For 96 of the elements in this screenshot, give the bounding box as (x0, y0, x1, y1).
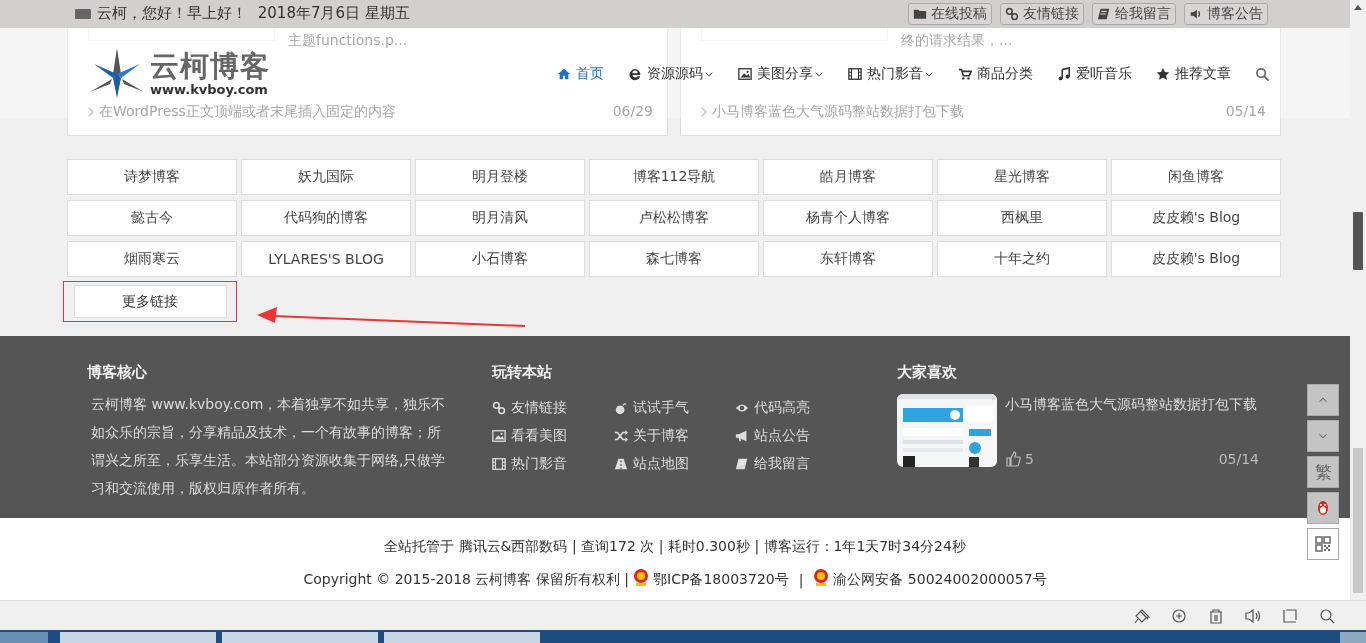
thumbs-up-icon (1005, 451, 1021, 468)
book-icon (735, 457, 749, 472)
road-icon (614, 457, 628, 472)
site-link[interactable]: 站点公告 (735, 426, 855, 447)
friend-link[interactable]: LYLARES'S BLOG (241, 241, 411, 278)
avatar-icon (75, 8, 91, 19)
column-heading: 玩转本站 (492, 363, 553, 383)
nav-item[interactable]: 推荐文章 (1156, 65, 1231, 83)
music-note-icon (1057, 67, 1071, 81)
bullhorn-icon (735, 429, 749, 444)
friend-link[interactable]: 烟雨寒云 (67, 241, 237, 278)
nav-item[interactable]: 商品分类 (958, 65, 1033, 83)
site-link[interactable]: 看看美图 (492, 426, 614, 447)
nav-item[interactable]: 首页 (557, 65, 604, 83)
film-icon (492, 457, 506, 472)
greeting: 云柯，您好！早上好！ (97, 4, 247, 24)
friend-link[interactable]: 代码狗的博客 (241, 200, 411, 237)
site-stats: 全站托管于 腾讯云&西部数码 | 查询172 次 | 耗时0.300秒 | 博客运行：1年1天7时34分24秒 (384, 537, 966, 556)
friend-link[interactable]: 明月登楼 (415, 159, 585, 196)
top-link[interactable]: 博客公告 (1184, 2, 1268, 25)
top-link[interactable]: 友情链接 (1000, 2, 1084, 25)
friend-link[interactable]: 明月清风 (415, 200, 585, 237)
compass-icon[interactable] (1170, 607, 1188, 624)
friend-link[interactable]: 森七博客 (589, 241, 759, 278)
copyright-text: Copyright © 2015-2018 云柯博客 保留所有权利 | (303, 570, 630, 589)
site-link[interactable]: 试试手气 (614, 398, 735, 419)
friend-link[interactable]: 皮皮赖's Blog (1111, 241, 1281, 278)
friend-link[interactable]: 闲鱼博客 (1111, 159, 1281, 196)
speaker-icon[interactable] (1244, 607, 1262, 624)
site-link[interactable]: 给我留言 (735, 454, 855, 475)
top-link[interactable]: 在线投稿 (908, 2, 992, 25)
nav-item[interactable]: 美图分享 (738, 65, 824, 83)
logo-name: 云柯博客 (150, 49, 270, 82)
link-icon (492, 401, 506, 416)
image-icon (738, 67, 752, 81)
column-heading: 大家喜欢 (897, 363, 958, 383)
friend-link[interactable]: 诗梦博客 (67, 159, 237, 196)
search-icon[interactable] (1318, 607, 1336, 624)
trash-icon[interactable] (1207, 607, 1225, 624)
site-link[interactable]: 友情链接 (492, 398, 614, 419)
top-link[interactable]: 给我留言 (1092, 2, 1176, 25)
image-icon (492, 429, 506, 444)
site-link[interactable]: 代码高亮 (735, 398, 855, 419)
nav-item[interactable]: 爱听音乐 (1057, 65, 1132, 83)
post-date: 06/29 (612, 103, 653, 122)
site-link[interactable]: 关于博客 (614, 426, 735, 447)
post-excerpt: 主题functions.p... (288, 31, 408, 48)
bomb-icon (614, 401, 628, 416)
friend-link[interactable]: 博客112导航 (589, 159, 759, 196)
window-icon[interactable] (1281, 607, 1299, 624)
police-record-link[interactable]: 渝公网安备 50024002000057号 (833, 570, 1047, 589)
post-title[interactable]: 小马博客蓝色大气源码整站数据打包下载 (1005, 396, 1259, 415)
search-icon (1255, 66, 1270, 82)
home-icon (557, 67, 571, 81)
logo-url: www.kvboy.com (150, 81, 269, 97)
friend-link[interactable]: 妖九国际 (241, 159, 411, 196)
police-emblem-icon (813, 567, 830, 586)
friend-link[interactable]: 西枫里 (937, 200, 1107, 237)
qr-code-button[interactable] (1307, 528, 1339, 560)
more-links-button[interactable]: 更多链接 (73, 285, 227, 319)
e-icon (628, 67, 642, 81)
icp-link[interactable]: 鄂ICP备18003720号 (653, 570, 789, 589)
friend-link[interactable]: 皮皮赖's Blog (1111, 200, 1281, 237)
about-text: 云柯博客 www.kvboy.com，本着独享不如共享，独乐不如众乐的宗旨，分享精品及技术，一个有故事的博客；所谓兴之所至，乐享生活。本站部分资源收集于网络,只做学习和交流使用，版权归原作者所有。 (91, 395, 447, 499)
film-icon (848, 67, 862, 81)
friend-link[interactable]: 东轩博客 (763, 241, 933, 278)
qr-code-icon (1315, 536, 1331, 552)
chevron-right-icon (701, 107, 707, 118)
penguin-icon (1316, 500, 1330, 516)
friend-link[interactable]: 小石博客 (415, 241, 585, 278)
cart-icon (958, 67, 972, 81)
link-icon (1005, 6, 1019, 21)
friend-link[interactable]: 十年之约 (937, 241, 1107, 278)
nav-item[interactable]: 资源源码 (628, 65, 714, 83)
site-link[interactable]: 站点地图 (614, 454, 735, 475)
shuffle-icon (614, 429, 628, 444)
star-icon (1156, 67, 1170, 81)
friend-link[interactable]: 卢松松博客 (589, 200, 759, 237)
separator: | (798, 571, 804, 588)
column-heading: 博客核心 (87, 363, 148, 383)
qq-button[interactable] (1307, 492, 1339, 524)
post-date: 05/14 (1218, 451, 1259, 468)
friend-link[interactable]: 皓月博客 (763, 159, 933, 196)
friend-link[interactable]: 懿古今 (67, 200, 237, 237)
site-link[interactable]: 热门影音 (492, 454, 614, 475)
chevron-right-icon (88, 107, 94, 118)
nav-item[interactable]: 热门影音 (848, 65, 934, 83)
book-icon (1097, 6, 1111, 21)
friend-link[interactable]: 杨青个人博客 (763, 200, 933, 237)
post-excerpt: 终的请求结果，... (901, 31, 1013, 48)
like-count: 5 (1025, 451, 1034, 468)
post-date: 05/14 (1225, 103, 1266, 122)
friend-link[interactable]: 星光博客 (937, 159, 1107, 196)
national-emblem-icon (633, 567, 650, 586)
date: 2018年7月6日 星期五 (256, 4, 410, 24)
pin-icon[interactable] (1133, 607, 1151, 624)
